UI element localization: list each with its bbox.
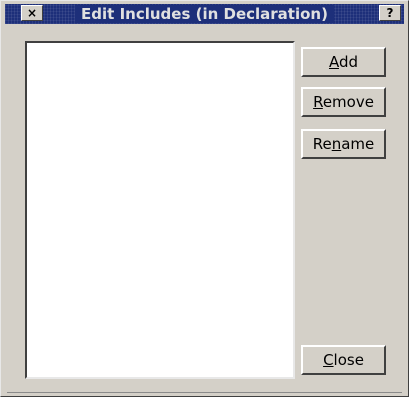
remove-button-label-post: emove (322, 93, 374, 111)
close-button-mnemonic: C (323, 351, 334, 369)
rename-button[interactable]: Rename (301, 129, 386, 159)
close-button-label-post: lose (333, 351, 364, 369)
edit-includes-dialog: × Edit Includes (in Declaration) ? Add R… (0, 0, 409, 397)
remove-button-mnemonic: R (313, 93, 323, 111)
remove-button[interactable]: Remove (301, 87, 386, 117)
window-bottom-edge (7, 392, 402, 393)
add-button[interactable]: Add (301, 47, 386, 77)
window-title: Edit Includes (in Declaration) (5, 4, 404, 24)
title-bar[interactable]: × Edit Includes (in Declaration) ? (5, 4, 404, 24)
includes-list[interactable] (25, 41, 295, 379)
close-button[interactable]: Close (301, 345, 386, 375)
close-window-icon[interactable]: × (21, 5, 43, 21)
help-icon[interactable]: ? (379, 5, 401, 21)
rename-button-label-pre: Re (312, 135, 332, 153)
add-button-label-post: dd (338, 53, 359, 71)
rename-button-mnemonic: n (331, 135, 342, 153)
rename-button-label-post: ame (341, 135, 375, 153)
add-button-mnemonic: A (328, 53, 339, 71)
window-title-label: Edit Includes (in Declaration) (75, 5, 334, 23)
